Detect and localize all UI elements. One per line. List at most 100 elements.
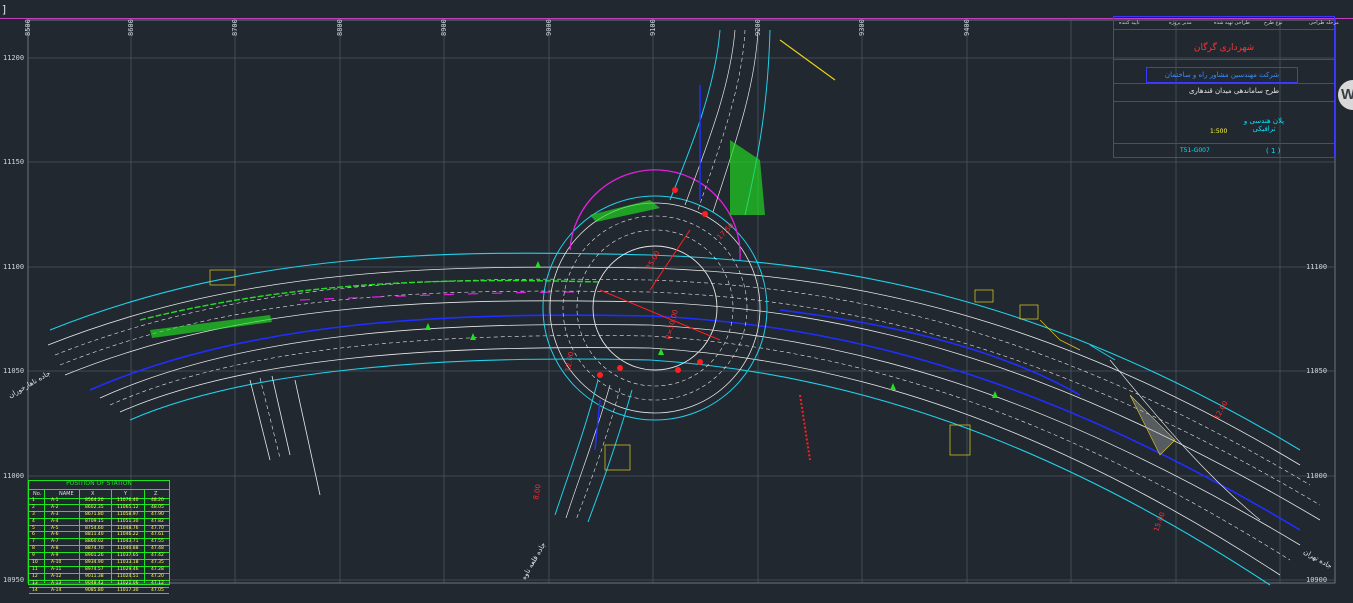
table-cell: 8564.20 bbox=[85, 498, 104, 503]
header-cell: Z bbox=[154, 491, 158, 497]
y-tick-label: 11150 bbox=[3, 158, 25, 166]
y-tick-label: 11000 bbox=[1306, 472, 1328, 480]
table-cell: 10 bbox=[32, 560, 38, 566]
x-tick-label: 8900 bbox=[440, 19, 448, 36]
table-cell: A-6 bbox=[51, 532, 59, 538]
table-row: 3 A-3 8671.80 11058.97 47.90 bbox=[29, 512, 169, 519]
table-cell: A-10 bbox=[51, 560, 62, 566]
header-label: طراحی تهیه شده bbox=[1214, 20, 1250, 26]
header-cell: No. bbox=[33, 491, 42, 497]
table-cell: 11051.30 bbox=[117, 518, 139, 524]
table-cell: 48.05 bbox=[151, 504, 164, 510]
table-cell: 8754.60 bbox=[85, 525, 104, 531]
x-tick-label: 9100 bbox=[649, 19, 657, 36]
sheet-number: ( 1 ) bbox=[1266, 147, 1281, 155]
header-label: نوع طرح bbox=[1264, 20, 1283, 26]
table-cell: A-8 bbox=[51, 546, 59, 552]
header-label: مرحله طراحی bbox=[1309, 20, 1339, 26]
x-tick-label: 8600 bbox=[127, 19, 135, 36]
table-cell: 8671.80 bbox=[85, 511, 104, 517]
table-cell: 3 bbox=[32, 511, 35, 517]
table-cell: 8934.90 bbox=[85, 560, 104, 566]
drawing-code: T51-G007 bbox=[1180, 147, 1210, 154]
dimension-label: 25.00 bbox=[645, 250, 662, 271]
table-cell: 11048.76 bbox=[117, 525, 139, 531]
table-cell: A-1 bbox=[51, 498, 59, 503]
table-cell: 8 bbox=[32, 546, 35, 552]
table-cell: A-14 bbox=[51, 587, 62, 593]
table-row: 11 A-11 8974.57 11029.46 47.28 bbox=[29, 567, 169, 574]
table-cell: 9 bbox=[32, 553, 35, 559]
x-tick-label: 9300 bbox=[858, 19, 866, 36]
table-cell: 7 bbox=[32, 539, 35, 545]
table-cell: A-7 bbox=[51, 539, 59, 545]
table-cell: 4 bbox=[32, 518, 35, 524]
table-cell: 1 bbox=[32, 498, 35, 503]
table-cell: 11040.88 bbox=[117, 546, 139, 552]
header-cell: X bbox=[91, 491, 95, 497]
table-cell: 47.12 bbox=[151, 580, 164, 586]
table-cell: 11 bbox=[32, 566, 38, 572]
table-cell: 9011.38 bbox=[85, 573, 104, 579]
table-cell: 8874.70 bbox=[85, 546, 104, 552]
table-cell: 47.05 bbox=[151, 587, 164, 593]
table-cell: 8860.02 bbox=[85, 539, 104, 545]
table-cell: 47.82 bbox=[151, 518, 164, 524]
header-cell: Y bbox=[124, 491, 128, 497]
table-row: 10 A-10 8934.90 11033.18 47.35 bbox=[29, 560, 169, 567]
y-tick-label: 11000 bbox=[3, 472, 25, 480]
x-tick-label: 8700 bbox=[231, 19, 239, 36]
road-south-label: جاده قلعه ناوه bbox=[520, 541, 548, 581]
header-label: تایید کننده bbox=[1119, 20, 1140, 26]
dimension-label: 8.00 bbox=[532, 484, 543, 501]
x-tick-label: 9400 bbox=[963, 19, 971, 36]
scale-value: 1:500 bbox=[1210, 128, 1228, 135]
dimension-label: 15.00 bbox=[1152, 511, 1166, 533]
table-row: 2 A-2 8602.35 11065.12 48.05 bbox=[29, 505, 169, 512]
table-cell: 11076.40 bbox=[117, 498, 139, 503]
table-cell: 47.35 bbox=[151, 560, 164, 566]
dimension-labels: 25.00 R=30.00 12.00 12.00 15.00 8.00 17.… bbox=[532, 222, 1230, 533]
table-cell: A-12 bbox=[51, 573, 62, 579]
table-row: 13 A-13 9048.42 11021.06 47.12 bbox=[29, 581, 169, 588]
y-tick-label: 11100 bbox=[3, 263, 25, 271]
table-cell: 11029.46 bbox=[117, 566, 139, 572]
table-cell: 8709.15 bbox=[85, 518, 104, 524]
sheet-title: پلان هندسی و ترافیکی bbox=[1243, 117, 1285, 133]
table-cell: 11024.51 bbox=[117, 573, 139, 579]
table-cell: A-5 bbox=[51, 525, 59, 531]
table-row: 12 A-12 9011.38 11024.51 47.20 bbox=[29, 574, 169, 581]
table-cell: 8974.57 bbox=[85, 566, 104, 572]
table-cell: A-9 bbox=[51, 553, 59, 559]
table-row: 1 A-1 8564.20 11076.40 48.20 bbox=[29, 498, 169, 505]
y-tick-label: 11100 bbox=[1306, 263, 1328, 271]
table-cell: 11037.65 bbox=[117, 553, 139, 559]
consultant-name: شرکت مهندسین مشاور راه و ساختمان bbox=[1146, 67, 1298, 83]
table-cell: A-4 bbox=[51, 518, 59, 524]
table-cell: 9085.80 bbox=[85, 587, 104, 593]
dimension-label: 12.00 bbox=[564, 351, 575, 372]
table-cell: A-3 bbox=[51, 511, 59, 517]
table-cell: 47.28 bbox=[151, 566, 164, 572]
client-name: شهرداری گرگان bbox=[1193, 43, 1255, 53]
road-east-label: جاده تهران bbox=[1302, 548, 1333, 571]
table-cell: 11058.97 bbox=[117, 511, 139, 517]
table-row: 14 A-14 9085.80 11017.30 47.05 bbox=[29, 588, 169, 595]
table-cell: 8602.35 bbox=[85, 504, 104, 510]
x-tick-label: 9200 bbox=[754, 19, 762, 36]
table-row: 9 A-9 8901.26 11037.65 47.42 bbox=[29, 553, 169, 561]
y-tick-label: 11050 bbox=[3, 367, 25, 375]
table-cell: 11046.22 bbox=[117, 532, 139, 538]
table-cell: 11043.71 bbox=[117, 539, 139, 545]
table-cell: 9048.42 bbox=[85, 580, 104, 586]
cad-drawing-viewport[interactable]: ] 25.00 R=30.00 12.00 12.00 15.00 8.00 1… bbox=[0, 0, 1353, 603]
table-cell: 47.61 bbox=[151, 532, 164, 538]
header-label: مدیر پروژه bbox=[1169, 20, 1192, 26]
table-cell: 47.48 bbox=[151, 546, 164, 552]
table-cell: 2 bbox=[32, 504, 35, 510]
radius-label: R=30.00 bbox=[664, 309, 680, 341]
table-cell: 14 bbox=[32, 587, 38, 593]
station-table: POSITION OF STATION No. NAME X Y Z 1 A-1 8… bbox=[28, 480, 170, 595]
table-cell: A-13 bbox=[51, 580, 62, 586]
table-cell: 5 bbox=[32, 525, 35, 531]
